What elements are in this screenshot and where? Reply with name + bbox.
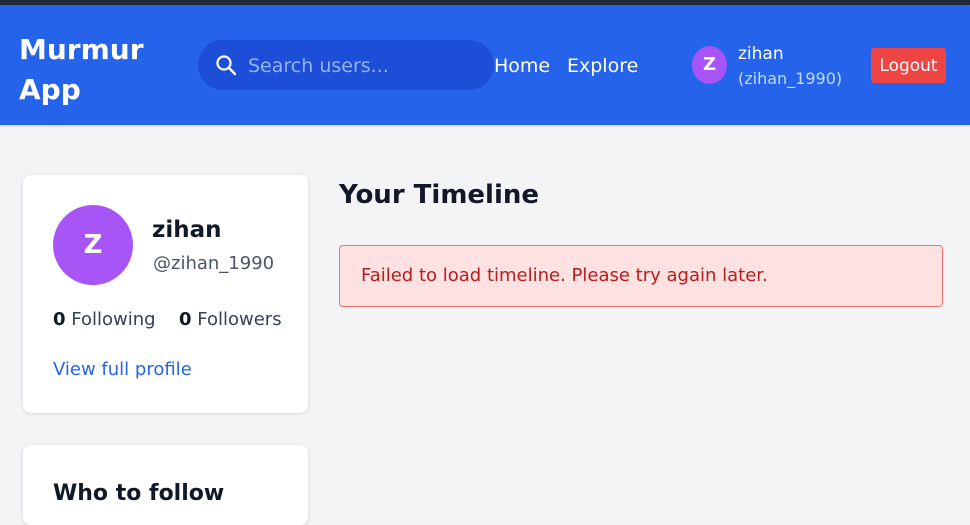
search-bar[interactable] — [198, 40, 494, 90]
search-icon — [216, 55, 237, 76]
brand-logo[interactable]: Murmur App — [19, 30, 169, 110]
profile-name: zihan — [152, 217, 222, 243]
user-avatar[interactable]: Z — [692, 46, 727, 84]
page-title: Your Timeline — [339, 180, 540, 210]
view-full-profile-link[interactable]: View full profile — [53, 359, 192, 380]
logout-button[interactable]: Logout — [871, 48, 946, 83]
following-label: Following — [71, 309, 156, 330]
who-to-follow-title: Who to follow — [53, 481, 225, 506]
error-message: Failed to load timeline. Please try agai… — [361, 265, 768, 286]
profile-avatar: Z — [53, 205, 133, 285]
followers-label: Followers — [197, 309, 282, 330]
profile-card: Z zihan @zihan_1990 0 Following 0 Follow… — [23, 175, 308, 413]
search-input[interactable] — [246, 50, 480, 82]
followers-stat[interactable]: 0 Followers — [179, 309, 282, 330]
following-count: 0 — [53, 309, 66, 330]
navbar: Murmur App Home Explore Z zihan (zihan_1… — [0, 5, 970, 125]
user-handle: (zihan_1990) — [738, 69, 843, 88]
user-name: zihan — [738, 44, 784, 64]
who-to-follow-card: Who to follow — [23, 445, 308, 525]
error-alert: Failed to load timeline. Please try agai… — [339, 245, 943, 307]
profile-handle: @zihan_1990 — [153, 253, 275, 274]
following-stat[interactable]: 0 Following — [53, 309, 156, 330]
followers-count: 0 — [179, 309, 192, 330]
nav-explore-link[interactable]: Explore — [567, 54, 638, 78]
nav-home-link[interactable]: Home — [494, 54, 550, 78]
